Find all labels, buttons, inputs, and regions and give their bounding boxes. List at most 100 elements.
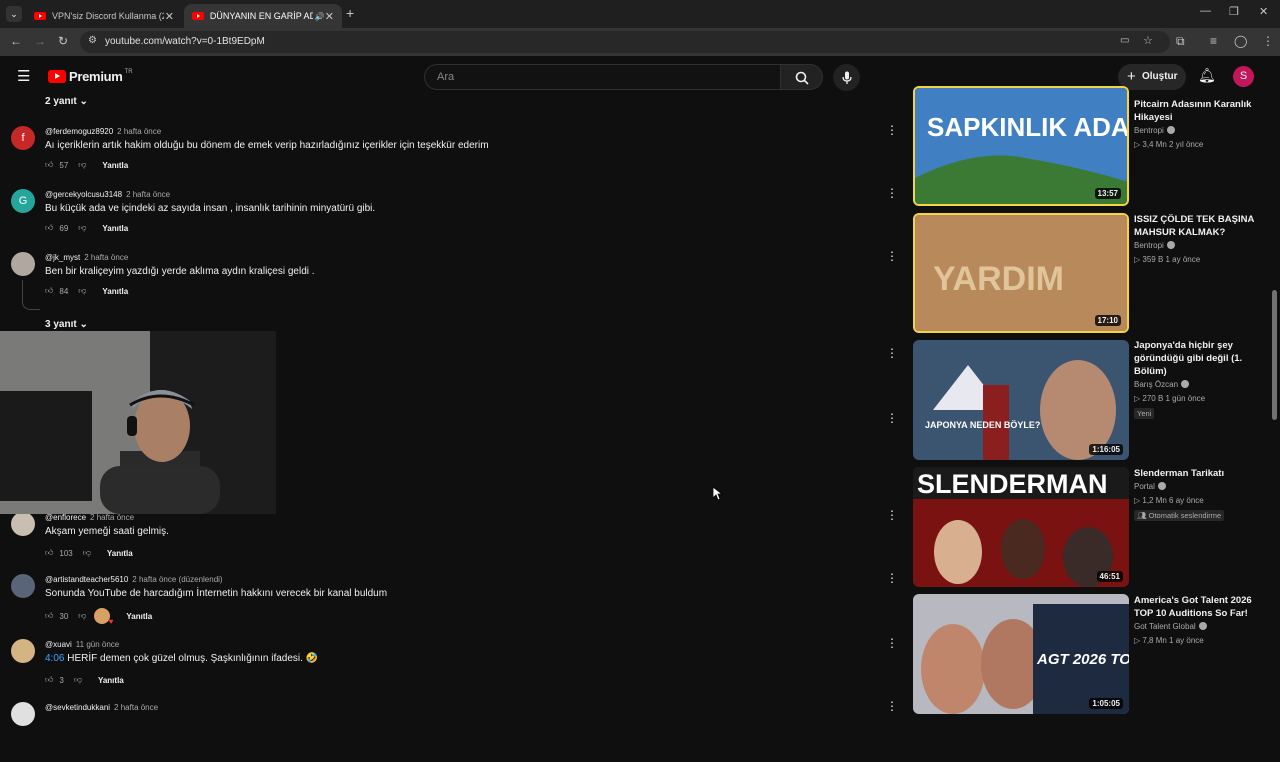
replies-toggle[interactable]: 2 yanıt ⌄ xyxy=(45,96,88,107)
dislike-icon[interactable]: 👎︎ xyxy=(78,286,86,296)
profile-icon[interactable]: ◯ xyxy=(1234,34,1247,48)
avatar[interactable] xyxy=(11,574,35,598)
like-count: 103 xyxy=(59,548,73,558)
comment-menu-icon[interactable]: ⋮ xyxy=(886,347,898,359)
close-window-icon[interactable]: ✕ xyxy=(1259,5,1268,18)
channel-name[interactable]: Bentropi xyxy=(1134,241,1262,250)
close-tab-icon[interactable]: ✕ xyxy=(325,10,334,23)
account-avatar[interactable]: S xyxy=(1233,66,1254,87)
search-input[interactable]: Ara xyxy=(424,64,781,90)
media-icon[interactable]: ≡ xyxy=(1210,34,1217,48)
comment-author[interactable]: @artistandteacher5610 2 hafta önce (düzen… xyxy=(45,575,223,584)
dislike-icon[interactable]: 👎︎ xyxy=(78,611,86,621)
dislike-icon[interactable]: 👎︎ xyxy=(83,548,91,558)
video-info[interactable]: America's Got Talent 2026 TOP 10 Auditio… xyxy=(1134,594,1262,645)
comment-menu-icon[interactable]: ⋮ xyxy=(886,250,898,262)
restore-icon[interactable]: ❐ xyxy=(1229,5,1239,18)
new-tab-button[interactable]: + xyxy=(346,5,354,21)
page-scrollbar[interactable] xyxy=(1272,290,1277,420)
timestamp-link[interactable]: 4:06 xyxy=(45,653,64,664)
channel-name[interactable]: Barış Özcan xyxy=(1134,380,1262,389)
extensions-icon[interactable]: ⧉ xyxy=(1176,34,1185,49)
like-icon[interactable]: 👍︎ xyxy=(45,611,53,621)
search-button[interactable] xyxy=(781,64,823,90)
hamburger-menu-icon[interactable]: ☰ xyxy=(17,69,30,84)
video-title[interactable]: America's Got Talent 2026 TOP 10 Auditio… xyxy=(1134,594,1262,620)
notifications-bell-icon[interactable]: 🔔︎ xyxy=(1198,68,1216,82)
site-info-icon[interactable]: ⚙ xyxy=(88,35,97,46)
reply-button[interactable]: Yanıtla xyxy=(126,612,152,621)
bookmark-star-icon[interactable]: ☆ xyxy=(1143,34,1153,47)
minimize-icon[interactable]: — xyxy=(1200,5,1211,17)
channel-name[interactable]: Got Talent Global xyxy=(1134,622,1262,631)
video-title[interactable]: Japonya'da hiçbir şey göründüğü gibi değ… xyxy=(1134,339,1262,378)
dislike-icon[interactable]: 👎︎ xyxy=(74,675,82,685)
comment-menu-icon[interactable]: ⋮ xyxy=(886,124,898,136)
verified-icon xyxy=(1157,482,1166,490)
reply-button[interactable]: Yanıtla xyxy=(107,549,133,558)
video-info[interactable]: ISSIZ ÇÖLDE TEK BAŞINA MAHSUR KALMAK? Be… xyxy=(1134,213,1262,264)
like-icon[interactable]: 👍︎ xyxy=(45,223,53,233)
reload-icon[interactable]: ↻ xyxy=(58,34,68,48)
comment-menu-icon[interactable]: ⋮ xyxy=(886,637,898,649)
comment-author[interactable]: @ferdemoguz8920 2 hafta önce xyxy=(45,127,161,136)
video-thumbnail[interactable]: JAPONYA NEDEN BÖYLE? 1:16:05 xyxy=(913,340,1129,460)
forward-icon[interactable]: → xyxy=(34,34,46,48)
avatar[interactable]: G xyxy=(11,189,35,213)
comment-author[interactable]: @enflorece 2 hafta önce xyxy=(45,513,134,522)
tab-list-button[interactable]: ⌄ xyxy=(6,6,22,22)
browser-tab-active[interactable]: DÜNYANIN EN GARİP ADASI 🔊 ✕ xyxy=(184,4,342,28)
browser-tab[interactable]: VPN'siz Discord Kullanma (2025) ✕ xyxy=(26,4,182,28)
video-stats: ▷ 1,2 Mn 6 ay önce xyxy=(1134,496,1204,505)
comment-author[interactable]: @sevketindukkani 2 hafta önce xyxy=(45,703,158,712)
voice-search-button[interactable] xyxy=(833,64,860,91)
video-info[interactable]: Japonya'da hiçbir şey göründüğü gibi değ… xyxy=(1134,339,1262,421)
comment-menu-icon[interactable]: ⋮ xyxy=(886,412,898,424)
video-thumbnail[interactable]: SLENDERMAN 46:51 xyxy=(913,467,1129,587)
url-bar[interactable]: ⚙ youtube.com/watch?v=0-1Bt9EDpM ▭ ☆ xyxy=(80,31,1170,53)
comment-menu-icon[interactable]: ⋮ xyxy=(886,509,898,521)
reply-button[interactable]: Yanıtla xyxy=(102,224,128,233)
comment-author[interactable]: @gercekyolcusu3148 2 hafta önce xyxy=(45,190,170,199)
reply-button[interactable]: Yanıtla xyxy=(102,161,128,170)
cast-icon[interactable]: ▭ xyxy=(1120,35,1129,46)
dislike-icon[interactable]: 👎︎ xyxy=(78,223,86,233)
reply-button[interactable]: Yanıtla xyxy=(102,287,128,296)
comment-author[interactable]: @xuavi 11 gün önce xyxy=(45,640,119,649)
avatar[interactable] xyxy=(11,702,35,726)
comment-menu-icon[interactable]: ⋮ xyxy=(886,187,898,199)
create-button[interactable]: + Oluştur xyxy=(1118,64,1186,90)
like-icon[interactable]: 👍︎ xyxy=(45,675,53,685)
reply-button[interactable]: Yanıtla xyxy=(98,676,124,685)
close-tab-icon[interactable]: ✕ xyxy=(165,10,174,23)
like-count: 84 xyxy=(59,286,69,296)
like-icon[interactable]: 👍︎ xyxy=(45,160,53,170)
speaker-icon[interactable]: 🔊 xyxy=(315,12,325,21)
channel-name[interactable]: Bentropi xyxy=(1134,126,1262,135)
replies-toggle[interactable]: 3 yanıt ⌄ xyxy=(45,319,88,330)
comment-menu-icon[interactable]: ⋮ xyxy=(886,572,898,584)
avatar[interactable] xyxy=(11,252,35,276)
channel-name[interactable]: Portal xyxy=(1134,482,1262,491)
video-thumbnail[interactable]: AGT 2026 TOP 10 1:05:05 xyxy=(913,594,1129,714)
video-info[interactable]: Pitcairn Adasının Karanlık Hikayesi Bent… xyxy=(1134,98,1262,149)
comment: @xuavi 11 gün önce 4:06 HERİF demen çok g… xyxy=(0,639,900,699)
video-title[interactable]: Pitcairn Adasının Karanlık Hikayesi xyxy=(1134,98,1262,124)
video-info[interactable]: Slenderman Tarikatı Portal ▷ 1,2 Mn 6 ay… xyxy=(1134,467,1262,523)
comment: f @ferdemoguz8920 2 hafta önce Aı içerikl… xyxy=(0,126,900,186)
back-icon[interactable]: ← xyxy=(10,34,22,48)
video-thumbnail[interactable]: YARDIM 17:10 xyxy=(913,213,1129,333)
comment-author[interactable]: @jk_myst 2 hafta önce xyxy=(45,253,128,262)
avatar[interactable]: f xyxy=(11,126,35,150)
youtube-logo[interactable]: Premium TR xyxy=(48,69,133,84)
avatar[interactable] xyxy=(11,512,35,536)
comment-menu-icon[interactable]: ⋮ xyxy=(886,700,898,712)
like-icon[interactable]: 👍︎ xyxy=(45,286,53,296)
avatar[interactable] xyxy=(11,639,35,663)
video-title[interactable]: Slenderman Tarikatı xyxy=(1134,467,1262,480)
like-icon[interactable]: 👍︎ xyxy=(45,548,53,558)
video-title[interactable]: ISSIZ ÇÖLDE TEK BAŞINA MAHSUR KALMAK? xyxy=(1134,213,1262,239)
dislike-icon[interactable]: 👎︎ xyxy=(78,160,86,170)
browser-menu-icon[interactable]: ⋮ xyxy=(1262,34,1274,48)
video-thumbnail[interactable]: SAPKINLIK ADASI! 13:57 xyxy=(913,86,1129,206)
